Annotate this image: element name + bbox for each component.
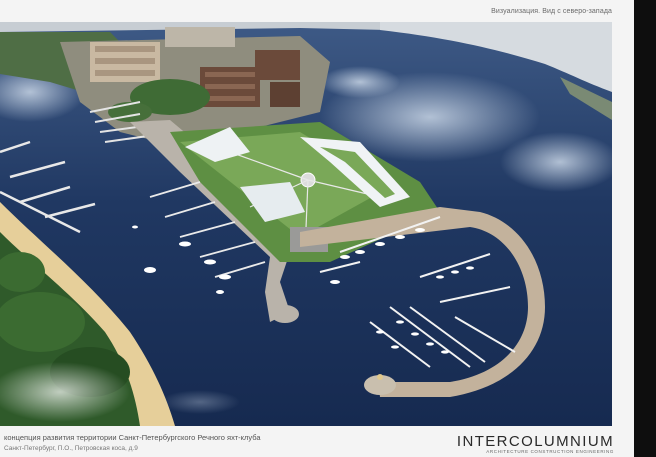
building-block bbox=[165, 27, 235, 47]
sheet-footer: концепция развития территории Санкт-Пете… bbox=[0, 430, 634, 457]
company-tagline: ARCHITECTURE CONSTRUCTION ENGINEERING bbox=[486, 449, 614, 454]
presentation-sheet: Визуализация. Вид с северо-запада концеп… bbox=[0, 0, 634, 457]
company-logo: INTERCOLUMNIUM bbox=[456, 433, 614, 450]
project-title: концепция развития территории Санкт-Пете… bbox=[4, 433, 261, 442]
project-address: Санкт-Петербург, П.О., Петровская коса, … bbox=[4, 445, 138, 452]
lighthouse bbox=[377, 374, 383, 380]
cloud-reflection bbox=[320, 66, 400, 98]
brick-building bbox=[255, 50, 300, 80]
pier-head bbox=[271, 305, 299, 323]
screen-border bbox=[634, 0, 656, 457]
yacht-club-aerial-view bbox=[0, 22, 612, 426]
aerial-rendering bbox=[0, 22, 612, 426]
brick-building bbox=[270, 82, 300, 107]
view-caption: Визуализация. Вид с северо-запада bbox=[491, 8, 612, 15]
